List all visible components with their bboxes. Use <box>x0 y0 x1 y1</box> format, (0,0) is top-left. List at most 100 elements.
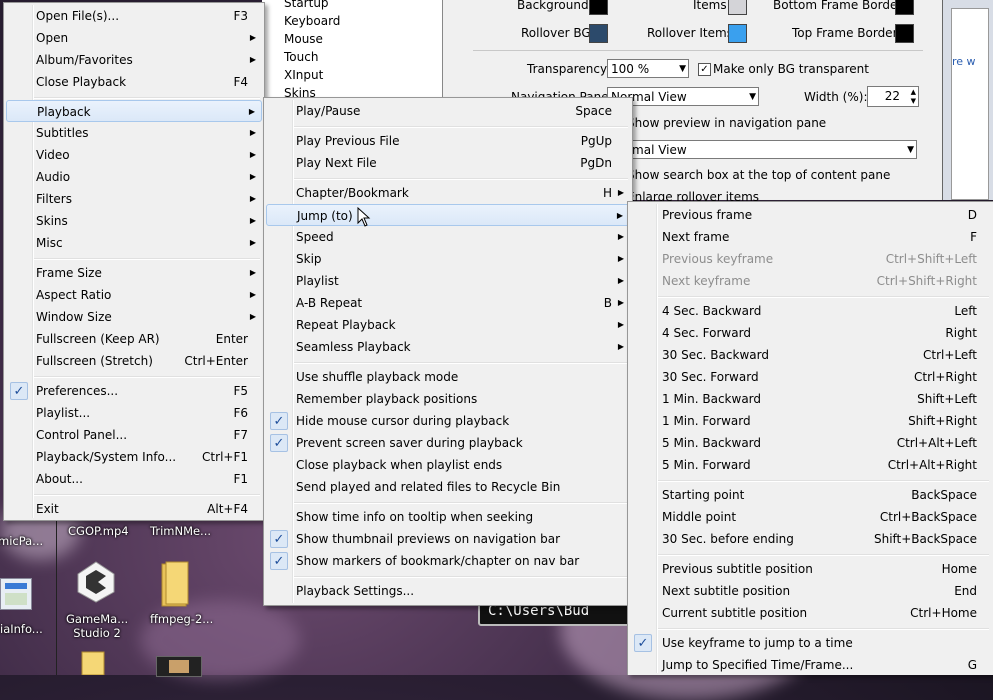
menu-item-label: Play Next File <box>296 156 377 170</box>
menu-item-previous-frame[interactable]: Previous frame D <box>630 204 991 226</box>
submenu-arrow-icon: ▶ <box>248 107 255 116</box>
app-window-icon[interactable] <box>0 578 32 610</box>
desktop-icon-cgop-label[interactable]: CGOP.mp4 <box>68 524 129 538</box>
desktop-icon-ffmpeg-label[interactable]: ffmpeg-2... <box>150 612 213 626</box>
menu-item-window-size[interactable]: Window Size ▶ <box>6 306 262 328</box>
submenu-arrow-icon: ▶ <box>249 312 256 321</box>
menu-item-jump-to-time[interactable]: Jump to Specified Time/Frame... G <box>630 654 991 676</box>
menu-item-exit[interactable]: Exit Alt+F4 <box>6 498 262 520</box>
menu-item-close-when-playlist-ends[interactable]: Close playback when playlist ends <box>266 454 630 476</box>
menu-item-4sec-forward[interactable]: 4 Sec. Forward Right <box>630 322 991 344</box>
menu-item-close-playback[interactable]: Close Playback F4 <box>6 71 262 93</box>
rollover-items-color-swatch[interactable] <box>728 24 747 43</box>
desktop-icon-gamemaker-label[interactable]: GameMa... Studio 2 <box>66 612 128 640</box>
menu-item-next-frame[interactable]: Next frame F <box>630 226 991 248</box>
menu-item-skip[interactable]: Skip ▶ <box>266 248 630 270</box>
menu-item-playlist[interactable]: Playlist ▶ <box>266 270 630 292</box>
background-color-swatch[interactable] <box>589 0 608 15</box>
menu-item-middle-point[interactable]: Middle point Ctrl+BackSpace <box>630 506 991 528</box>
folder-icon[interactable] <box>78 650 108 676</box>
menu-item-about[interactable]: About... F1 <box>6 468 262 490</box>
checkmark-icon: ✓ <box>270 434 288 452</box>
menu-item-open[interactable]: Open ▶ <box>6 27 262 49</box>
menu-item-playback-settings[interactable]: Playback Settings... <box>266 580 630 602</box>
folder-icon[interactable] <box>160 560 190 608</box>
menu-item-bookmark-markers[interactable]: ✓ Show markers of bookmark/chapter on na… <box>266 550 630 572</box>
side-link[interactable]: re w <box>952 55 976 68</box>
menu-item-playback[interactable]: Playback ▶ <box>6 100 262 122</box>
menu-item-use-keyframe[interactable]: ✓ Use keyframe to jump to a time <box>630 632 991 654</box>
tree-item-xinput[interactable]: XInput <box>284 68 323 82</box>
menu-item-fullscreen-keep-ar[interactable]: Fullscreen (Keep AR) Enter <box>6 328 262 350</box>
tree-item-touch[interactable]: Touch <box>284 50 318 64</box>
menu-item-playlist[interactable]: Playlist... F6 <box>6 402 262 424</box>
menu-item-play-pause[interactable]: Play/Pause Space <box>266 100 630 122</box>
transparency-select[interactable]: 100 % ▼ <box>607 59 689 78</box>
desktop-icon-micpa-label[interactable]: micPa... <box>0 534 43 548</box>
menu-item-ab-repeat[interactable]: A-B Repeat B ▶ <box>266 292 630 314</box>
menu-item-previous-subtitle[interactable]: Previous subtitle position Home <box>630 558 991 580</box>
menu-item-subtitles[interactable]: Subtitles ▶ <box>6 122 262 144</box>
menu-item-seamless-playback[interactable]: Seamless Playback ▶ <box>266 336 630 358</box>
tree-item-startup[interactable]: Startup <box>284 0 329 10</box>
bottom-frame-color-swatch[interactable] <box>895 0 914 15</box>
menu-item-1min-forward[interactable]: 1 Min. Forward Shift+Right <box>630 410 991 432</box>
menu-item-frame-size[interactable]: Frame Size ▶ <box>6 262 262 284</box>
spinner-arrows-icon[interactable]: ▲ ▼ <box>911 88 916 106</box>
desktop-icon-trimnme-label[interactable]: TrimNMe... <box>150 524 211 538</box>
menu-item-filters[interactable]: Filters ▶ <box>6 188 262 210</box>
menu-item-system-info[interactable]: Playback/System Info... Ctrl+F1 <box>6 446 262 468</box>
tree-item-mouse[interactable]: Mouse <box>284 32 323 46</box>
menu-item-jump-to[interactable]: Jump (to) ▶ <box>266 204 630 226</box>
menu-item-preferences[interactable]: ✓ Preferences... F5 <box>6 380 262 402</box>
menu-item-5min-forward[interactable]: 5 Min. Forward Ctrl+Alt+Right <box>630 454 991 476</box>
menu-item-skins[interactable]: Skins ▶ <box>6 210 262 232</box>
menu-item-30sec-backward[interactable]: 30 Sec. Backward Ctrl+Left <box>630 344 991 366</box>
menu-item-starting-point[interactable]: Starting point BackSpace <box>630 484 991 506</box>
menu-item-30sec-forward[interactable]: 30 Sec. Forward Ctrl+Right <box>630 366 991 388</box>
make-bg-transparent-checkbox[interactable]: ✓ <box>698 63 711 76</box>
menu-item-album-favorites[interactable]: Album/Favorites ▶ <box>6 49 262 71</box>
menu-item-open-files[interactable]: Open File(s)... F3 <box>6 5 262 27</box>
gamemaker-icon[interactable] <box>74 560 118 604</box>
background-label: Background: <box>517 0 593 12</box>
menu-item-shuffle[interactable]: Use shuffle playback mode <box>266 366 630 388</box>
menu-item-time-tooltip[interactable]: Show time info on tooltip when seeking <box>266 506 630 528</box>
menu-item-speed[interactable]: Speed ▶ <box>266 226 630 248</box>
menu-item-audio[interactable]: Audio ▶ <box>6 166 262 188</box>
menu-item-hide-mouse-cursor[interactable]: ✓ Hide mouse cursor during playback <box>266 410 630 432</box>
menu-item-shortcut: Ctrl+Alt+Left <box>896 436 977 450</box>
desktop-icon-iainfo-label[interactable]: iaInfo... <box>0 622 43 636</box>
menu-item-1min-backward[interactable]: 1 Min. Backward Shift+Left <box>630 388 991 410</box>
menu-item-next-subtitle[interactable]: Next subtitle position End <box>630 580 991 602</box>
menu-item-repeat-playback[interactable]: Repeat Playback ▶ <box>266 314 630 336</box>
menu-item-control-panel[interactable]: Control Panel... F7 <box>6 424 262 446</box>
content-view-select[interactable]: Normal View ▼ <box>607 140 917 159</box>
menu-item-remember-positions[interactable]: Remember playback positions <box>266 388 630 410</box>
menu-item-label: Control Panel... <box>36 428 128 442</box>
menu-item-label: Playback Settings... <box>296 584 415 598</box>
menu-item-current-subtitle[interactable]: Current subtitle position Ctrl+Home <box>630 602 991 624</box>
tree-item-keyboard[interactable]: Keyboard <box>284 14 340 28</box>
menu-item-video[interactable]: Video ▶ <box>6 144 262 166</box>
menu-item-label: Previous keyframe <box>662 252 774 266</box>
menu-item-misc[interactable]: Misc ▶ <box>6 232 262 254</box>
menu-item-send-to-recycle-bin[interactable]: Send played and related files to Recycle… <box>266 476 630 498</box>
menu-item-play-next-file[interactable]: Play Next File PgDn <box>266 152 630 174</box>
top-frame-color-swatch[interactable] <box>895 24 914 43</box>
menu-item-shortcut: PgUp <box>580 134 612 148</box>
items-color-swatch[interactable] <box>728 0 747 15</box>
menu-item-fullscreen-stretch[interactable]: Fullscreen (Stretch) Ctrl+Enter <box>6 350 262 372</box>
menu-item-thumbnail-previews[interactable]: ✓ Show thumbnail previews on navigation … <box>266 528 630 550</box>
menu-item-aspect-ratio[interactable]: Aspect Ratio ▶ <box>6 284 262 306</box>
menu-separator <box>658 628 989 630</box>
width-spinner[interactable]: 22 ▲ ▼ <box>867 86 919 107</box>
menu-item-prevent-screensaver[interactable]: ✓ Prevent screen saver during playback <box>266 432 630 454</box>
menu-item-4sec-backward[interactable]: 4 Sec. Backward Left <box>630 300 991 322</box>
film-icon[interactable] <box>156 656 202 677</box>
menu-item-play-previous-file[interactable]: Play Previous File PgUp <box>266 130 630 152</box>
rollover-bg-color-swatch[interactable] <box>589 24 608 43</box>
menu-item-chapter-bookmark[interactable]: Chapter/Bookmark H ▶ <box>266 182 630 204</box>
menu-item-5min-backward[interactable]: 5 Min. Backward Ctrl+Alt+Left <box>630 432 991 454</box>
menu-item-30sec-before-ending[interactable]: 30 Sec. before ending Shift+BackSpace <box>630 528 991 550</box>
